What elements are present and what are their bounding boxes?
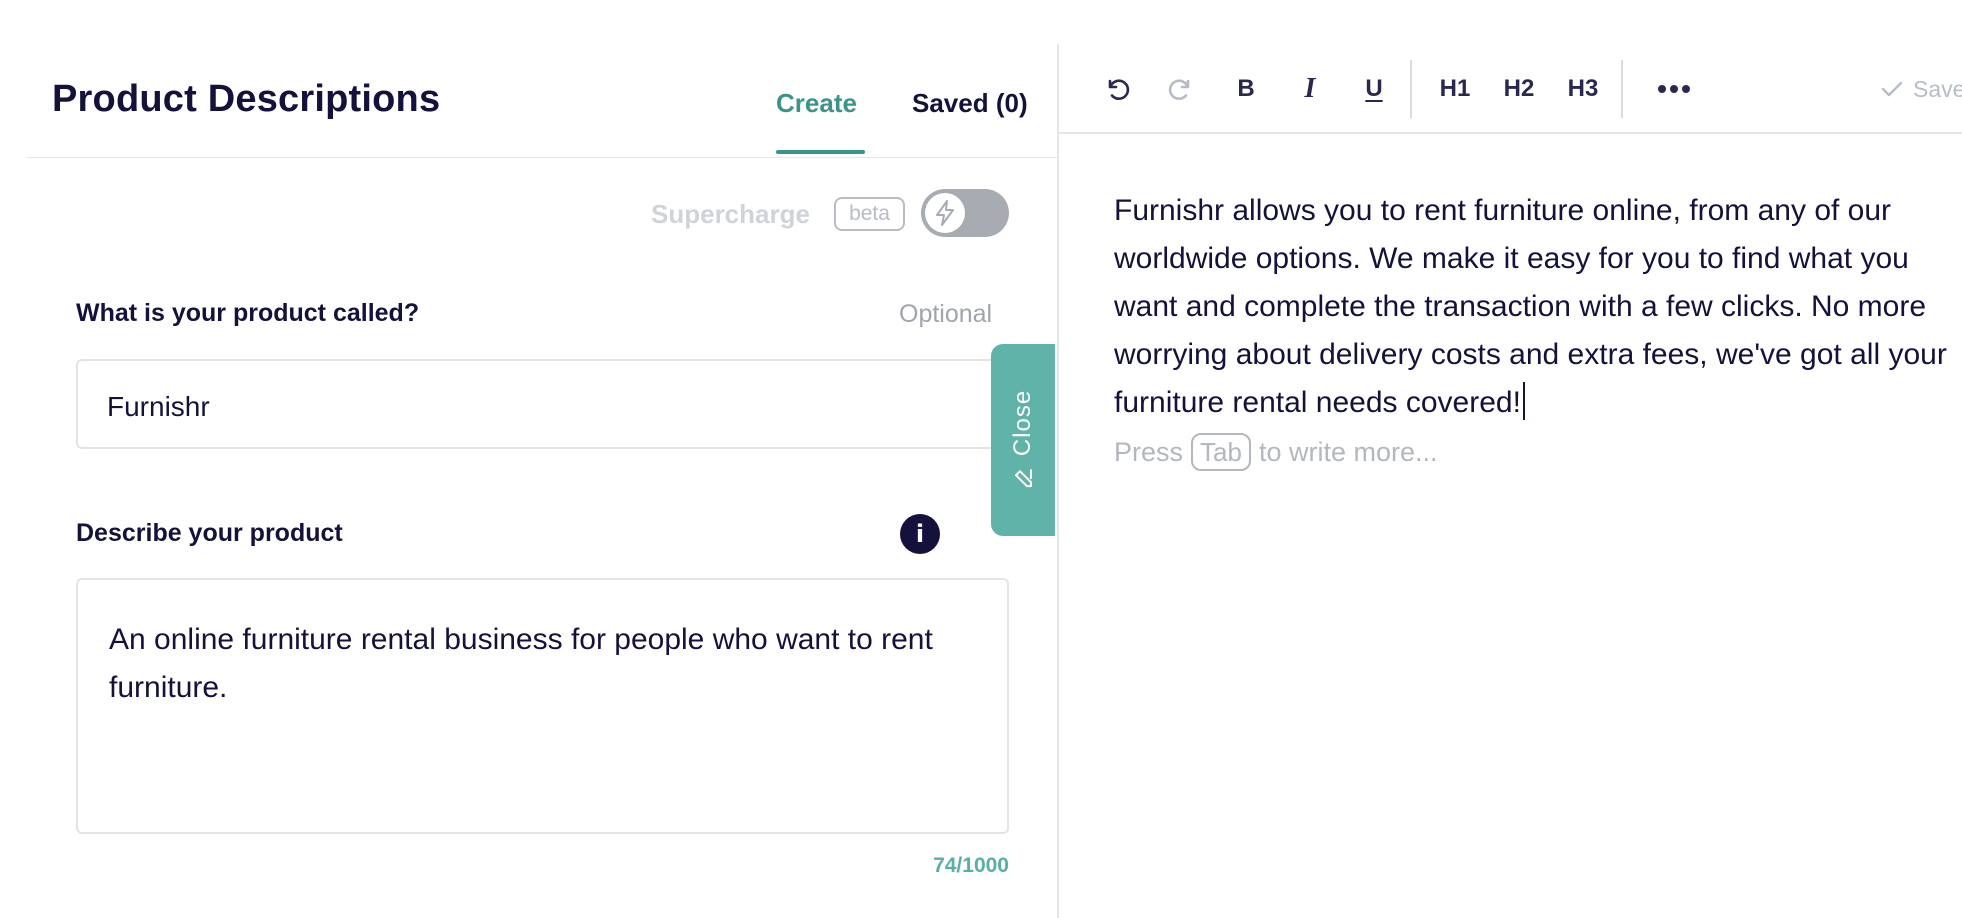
active-tab-indicator	[776, 150, 865, 154]
app-page: Product Descriptions Create Saved (0) Su…	[0, 0, 1962, 918]
h1-button[interactable]: H1	[1429, 68, 1481, 110]
beta-badge: beta	[834, 197, 905, 231]
tab-saved[interactable]: Saved (0)	[912, 88, 1028, 119]
toolbar-separator	[1621, 60, 1623, 118]
supercharge-row: Supercharge beta	[27, 188, 1057, 238]
editor-toolbar: B I U H1 H2 H3 Save	[1059, 44, 1962, 134]
tab-create[interactable]: Create	[776, 88, 857, 119]
product-name-input[interactable]: Furnishr	[76, 359, 1036, 449]
text-cursor	[1522, 382, 1525, 420]
description-label: Describe your product	[76, 519, 343, 547]
more-icon[interactable]	[1651, 68, 1697, 110]
checkmark-icon	[1881, 80, 1903, 98]
h3-button[interactable]: H3	[1557, 68, 1609, 110]
undo-icon[interactable]	[1097, 68, 1137, 110]
panel-header: Product Descriptions Create Saved (0)	[27, 44, 1057, 158]
form-panel: Product Descriptions Create Saved (0) Su…	[27, 44, 1057, 918]
supercharge-label: Supercharge	[651, 199, 810, 229]
save-label: Save	[1913, 75, 1962, 102]
optional-label: Optional	[899, 300, 993, 328]
close-tab-label: Close	[1009, 389, 1036, 457]
hint-suffix: to write more...	[1258, 436, 1438, 467]
supercharge-toggle[interactable]	[921, 189, 1009, 237]
character-count: 74/1000	[933, 854, 1009, 877]
h2-button[interactable]: H2	[1493, 68, 1545, 110]
underline-button[interactable]: U	[1354, 68, 1394, 110]
page-title: Product Descriptions	[52, 78, 441, 120]
description-textarea[interactable]: An online furniture rental business for …	[76, 578, 1009, 834]
generated-text: Furnishr allows you to rent furniture on…	[1114, 194, 1947, 419]
product-name-label: What is your product called?	[76, 299, 420, 327]
save-button[interactable]: Save	[1881, 68, 1962, 110]
hint-prefix: Press	[1114, 436, 1184, 467]
pencil-icon	[1011, 466, 1035, 490]
italic-button[interactable]: I	[1290, 68, 1330, 110]
redo-icon[interactable]	[1161, 68, 1201, 110]
editor-content[interactable]: Furnishr allows you to rent furniture on…	[1114, 187, 1954, 427]
write-more-hint: Press Tab to write more...	[1114, 433, 1438, 471]
close-panel-tab[interactable]: Close	[991, 344, 1055, 536]
close-tab-content: Close	[1009, 390, 1037, 490]
bold-button[interactable]: B	[1226, 68, 1266, 110]
tab-key-badge: Tab	[1191, 433, 1251, 471]
editor-panel: B I U H1 H2 H3 Save Furnishr allows you …	[1059, 44, 1962, 918]
lightning-icon	[925, 193, 965, 233]
toolbar-separator	[1410, 60, 1412, 118]
info-icon[interactable]: i	[900, 514, 940, 554]
